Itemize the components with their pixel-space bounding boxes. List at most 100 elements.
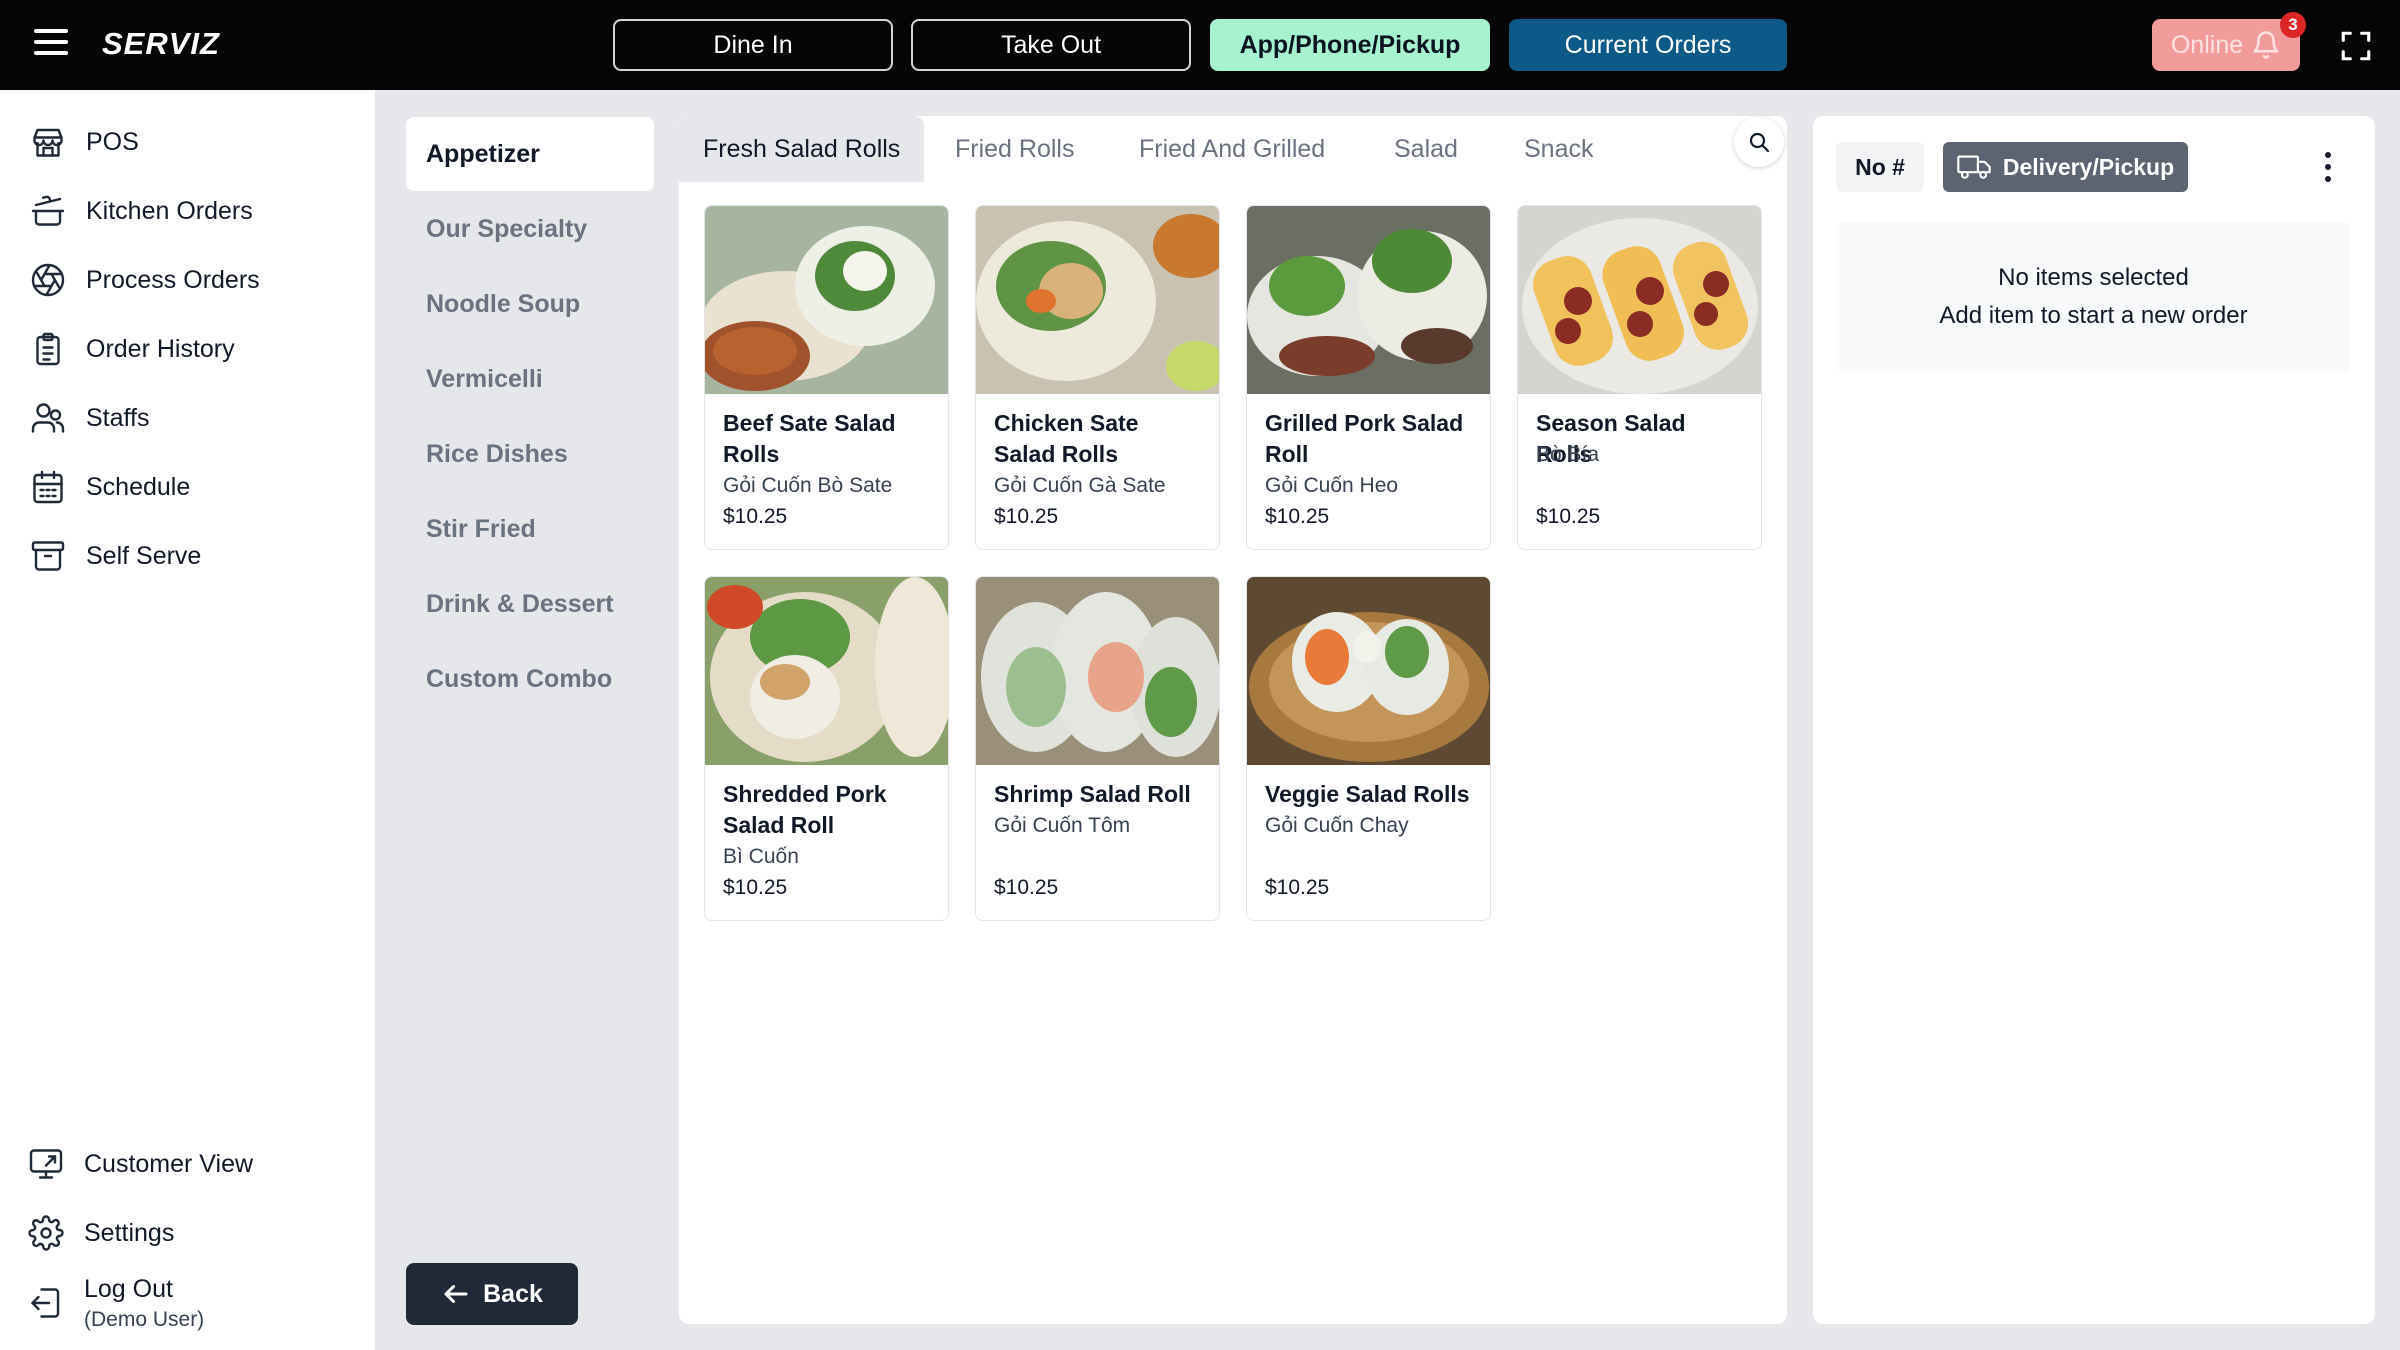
product-subtitle: Gỏi Cuốn Tôm xyxy=(994,814,1131,837)
product-image xyxy=(705,206,948,394)
aperture-icon xyxy=(31,263,65,297)
product-name: Beef Sate Salad Rolls xyxy=(723,410,896,467)
product-name: Shrimp Salad Roll xyxy=(994,781,1191,807)
calendar-icon xyxy=(33,470,63,504)
sidebar-item-schedule[interactable]: Schedule xyxy=(30,461,190,513)
product-card-veggie[interactable]: Veggie Salad Rolls Gỏi Cuốn Chay $10.25 xyxy=(1246,576,1491,921)
sidebar-item-label: Log Out xyxy=(84,1274,173,1303)
back-button[interactable]: Back xyxy=(406,1263,578,1325)
product-price: $10.25 xyxy=(1265,505,1330,528)
take-out-button[interactable]: Take Out xyxy=(911,19,1191,71)
product-card-shrimp[interactable]: Shrimp Salad Roll Gỏi Cuốn Tôm $10.25 xyxy=(975,576,1220,921)
category-drink-dessert[interactable]: Drink & Dessert xyxy=(406,567,654,641)
category-our-specialty[interactable]: Our Specialty xyxy=(406,192,654,266)
product-price: $10.25 xyxy=(994,876,1059,899)
product-name: Chicken Sate Salad Rolls xyxy=(994,410,1139,467)
brand-logo: SERVIZ xyxy=(102,26,220,61)
tab-fresh-salad-rolls[interactable]: Fresh Salad Rolls xyxy=(679,116,925,182)
category-noodle-soup[interactable]: Noodle Soup xyxy=(406,267,654,341)
category-appetizer[interactable]: Appetizer xyxy=(406,117,654,191)
product-image xyxy=(976,577,1219,765)
top-bar: SERVIZ Dine In Take Out App/Phone/Pickup… xyxy=(0,0,2400,90)
product-card-grilled-pork[interactable]: Grilled Pork Salad Roll Gỏi Cuốn Heo $10… xyxy=(1246,205,1491,550)
logout-user-label: (Demo User) xyxy=(84,1307,205,1331)
product-price: $10.25 xyxy=(1265,876,1330,899)
product-card-beef-sate[interactable]: Beef Sate Salad Rolls Gỏi Cuốn Bò Sate $… xyxy=(704,205,949,550)
store-icon xyxy=(33,128,63,157)
category-rice-dishes[interactable]: Rice Dishes xyxy=(406,417,654,491)
delivery-pickup-label: Delivery/Pickup xyxy=(2002,153,2175,180)
online-status-button[interactable]: Online xyxy=(2152,19,2300,71)
sidebar-item-label: Customer View xyxy=(84,1149,254,1178)
category-stir-fried[interactable]: Stir Fried xyxy=(406,492,654,566)
empty-order-message: No items selected Add item to start a ne… xyxy=(1836,222,2351,372)
monitor-icon xyxy=(29,1149,63,1179)
sidebar-item-staffs[interactable]: Staffs xyxy=(30,392,149,444)
category-vermicelli[interactable]: Vermicelli xyxy=(406,342,654,416)
sidebar-item-settings[interactable]: Settings xyxy=(28,1207,174,1259)
tab-fried-rolls[interactable]: Fried Rolls xyxy=(955,116,1074,182)
menu-icon[interactable] xyxy=(34,29,68,61)
fullscreen-icon[interactable] xyxy=(2339,29,2373,63)
cooking-pot-icon xyxy=(31,195,65,226)
sidebar-item-label: Self Serve xyxy=(86,541,202,570)
product-image xyxy=(1247,206,1490,394)
product-name: Season Salad Rolls xyxy=(1536,410,1686,467)
more-options-icon[interactable] xyxy=(2316,148,2340,188)
tab-snack[interactable]: Snack xyxy=(1524,116,1593,182)
search-button[interactable] xyxy=(1734,117,1784,167)
sidebar-item-label: Staffs xyxy=(86,403,150,432)
product-subtitle: Gỏi Cuốn Gà Sate xyxy=(994,474,1166,497)
dine-in-button[interactable]: Dine In xyxy=(613,19,893,71)
sidebar-item-label: Schedule xyxy=(86,472,191,501)
clipboard-list-icon xyxy=(36,332,60,366)
sidebar-item-label: Order History xyxy=(86,334,235,363)
product-subtitle: Gỏi Cuốn Heo xyxy=(1265,474,1399,497)
product-image xyxy=(705,577,948,765)
sidebar-item-label: Settings xyxy=(84,1218,175,1247)
notification-badge: 3 xyxy=(2280,12,2306,38)
product-card-season-salad[interactable]: Season Salad Rolls Bò Bía $10.25 xyxy=(1517,205,1762,550)
product-subtitle: Bò Bía xyxy=(1536,443,1600,466)
product-name: Grilled Pork Salad Roll xyxy=(1265,410,1464,467)
product-name: Veggie Salad Rolls xyxy=(1265,781,1470,807)
back-label: Back xyxy=(483,1279,543,1308)
bell-icon xyxy=(2253,31,2279,59)
sidebar-item-label: Process Orders xyxy=(86,265,260,294)
sidebar-item-label: POS xyxy=(86,127,139,156)
product-subtitle: Gỏi Cuốn Bò Sate xyxy=(723,474,893,497)
product-image xyxy=(1518,206,1761,394)
sidebar-item-pos[interactable]: POS xyxy=(30,116,139,168)
delivery-pickup-button[interactable]: Delivery/Pickup xyxy=(1943,142,2188,192)
product-card-shredded-pork[interactable]: Shredded Pork Salad Roll Bì Cuốn $10.25 xyxy=(704,576,949,921)
product-price: $10.25 xyxy=(723,505,788,528)
app-phone-pickup-button[interactable]: App/Phone/Pickup xyxy=(1210,19,1490,71)
sidebar-item-customer-view[interactable]: Customer View xyxy=(28,1138,253,1190)
category-custom-combo[interactable]: Custom Combo xyxy=(406,642,654,716)
users-icon xyxy=(31,403,65,433)
logout-icon xyxy=(30,1288,60,1318)
sidebar-item-kitchen-orders[interactable]: Kitchen Orders xyxy=(30,185,253,237)
product-card-chicken-sate[interactable]: Chicken Sate Salad Rolls Gỏi Cuốn Gà Sat… xyxy=(975,205,1220,550)
gear-icon xyxy=(28,1215,64,1251)
current-orders-button[interactable]: Current Orders xyxy=(1509,19,1787,71)
empty-order-title: No items selected xyxy=(1998,264,2189,291)
sidebar-item-label: Kitchen Orders xyxy=(86,196,253,225)
tab-fried-and-grilled[interactable]: Fried And Grilled xyxy=(1139,116,1325,182)
product-subtitle: Gỏi Cuốn Chay xyxy=(1265,814,1409,837)
sidebar-item-process-orders[interactable]: Process Orders xyxy=(30,254,260,306)
product-image xyxy=(976,206,1219,394)
sidebar-item-order-history[interactable]: Order History xyxy=(30,323,235,375)
product-price: $10.25 xyxy=(1536,505,1601,528)
truck-icon xyxy=(1957,155,1991,179)
order-number-button[interactable]: No # xyxy=(1836,142,1924,192)
tab-salad[interactable]: Salad xyxy=(1394,116,1458,182)
sidebar-item-self-serve[interactable]: Self Serve xyxy=(30,530,201,582)
product-name: Shredded Pork Salad Roll xyxy=(723,781,887,838)
product-image xyxy=(1247,577,1490,765)
product-price: $10.25 xyxy=(723,876,788,899)
product-price: $10.25 xyxy=(994,505,1059,528)
online-label: Online xyxy=(2170,30,2244,59)
sidebar-item-logout[interactable]: Log Out (Demo User) xyxy=(28,1270,204,1336)
product-subtitle: Bì Cuốn xyxy=(723,845,799,868)
